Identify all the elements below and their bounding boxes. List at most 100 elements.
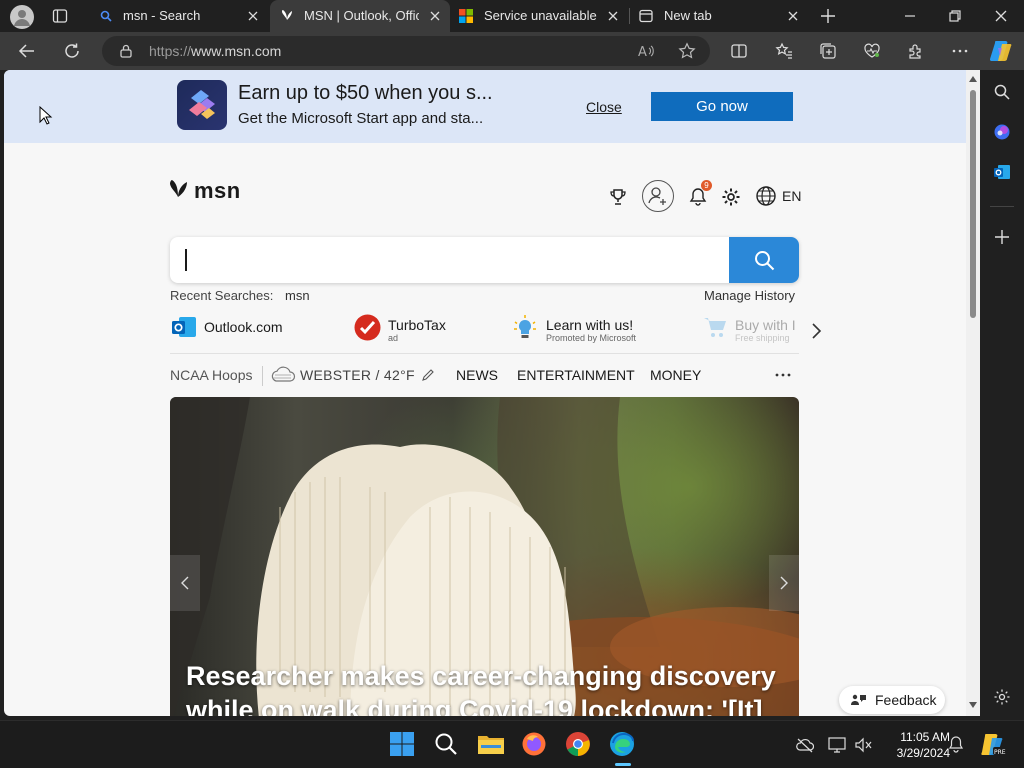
firefox-button[interactable] xyxy=(521,731,549,759)
scroll-down-arrow-icon[interactable] xyxy=(969,702,977,708)
quick-link-buy[interactable]: Buy with I Free shipping xyxy=(702,314,799,350)
weather-widget[interactable]: WEBSTER / 42°F xyxy=(269,366,435,384)
tab-msn-search[interactable]: msn - Search xyxy=(88,0,268,32)
copilot-button[interactable] xyxy=(988,38,1014,64)
quick-link-outlook[interactable]: Outlook.com xyxy=(171,314,283,350)
scrollbar-thumb[interactable] xyxy=(970,90,976,318)
quick-link-turbotax[interactable]: TurboTax ad xyxy=(354,314,446,350)
close-window-button[interactable] xyxy=(993,8,1009,24)
go-now-button[interactable]: Go now xyxy=(651,92,793,121)
plus-icon xyxy=(821,9,835,23)
copilot-preview-button[interactable]: PRE xyxy=(980,732,1006,758)
split-screen-icon xyxy=(731,44,747,58)
new-tab-button[interactable] xyxy=(820,8,836,24)
shopping-cart-icon xyxy=(704,318,726,337)
tray-display-icon[interactable] xyxy=(828,737,846,753)
quick-links-next-button[interactable] xyxy=(810,322,822,340)
chrome-button[interactable] xyxy=(565,731,593,759)
cloud-icon xyxy=(271,366,296,382)
close-icon[interactable] xyxy=(246,9,260,23)
page-settings-button[interactable] xyxy=(721,187,741,207)
chevron-right-icon xyxy=(780,576,788,590)
refresh-button[interactable] xyxy=(63,42,81,60)
close-icon[interactable] xyxy=(786,9,800,23)
sidebar-settings-button[interactable] xyxy=(993,688,1011,706)
page-scrollbar[interactable] xyxy=(966,70,980,716)
active-app-indicator xyxy=(615,763,631,766)
ellipsis-icon xyxy=(952,49,968,53)
plus-icon xyxy=(995,230,1009,244)
split-screen-button[interactable] xyxy=(730,42,748,60)
close-icon xyxy=(995,10,1007,22)
ellipsis-icon xyxy=(775,373,791,377)
notification-center-button[interactable] xyxy=(948,735,964,753)
tab-title: Service unavailable xyxy=(484,8,597,23)
sidebar-outlook-button[interactable] xyxy=(993,163,1011,181)
manage-history-link[interactable]: Manage History xyxy=(704,288,795,303)
hero-story-card[interactable]: Researcher makes career-changing discove… xyxy=(170,397,799,716)
browser-toolbar: https://www.msn.com A xyxy=(0,32,1024,70)
edge-button[interactable] xyxy=(609,731,637,766)
restore-button[interactable] xyxy=(947,8,963,24)
back-button[interactable] xyxy=(18,42,36,60)
nav-more-button[interactable] xyxy=(774,372,792,378)
close-icon[interactable] xyxy=(428,9,442,23)
read-aloud-icon[interactable]: A xyxy=(638,43,656,59)
sign-in-button[interactable] xyxy=(642,180,674,212)
browser-essentials-button[interactable] xyxy=(863,42,881,60)
sidebar-add-button[interactable] xyxy=(993,228,1011,246)
nav-news[interactable]: NEWS xyxy=(456,367,498,383)
favorites-button[interactable] xyxy=(775,42,793,60)
search-box[interactable] xyxy=(170,237,799,283)
tab-new-tab[interactable]: New tab xyxy=(630,0,808,32)
bell-icon xyxy=(948,736,964,753)
lock-icon[interactable] xyxy=(120,44,132,58)
nav-topic-ncaa[interactable]: NCAA Hoops xyxy=(170,367,252,383)
sidebar-copilot-button[interactable] xyxy=(993,123,1011,141)
extensions-button[interactable] xyxy=(907,42,925,60)
tab-actions-icon[interactable] xyxy=(52,8,68,24)
feedback-button[interactable]: Feedback xyxy=(839,686,945,714)
banner-headline: Earn up to $50 when you s... xyxy=(238,82,493,104)
weather-text: WEBSTER / 42°F xyxy=(300,367,415,383)
settings-more-button[interactable] xyxy=(951,42,969,60)
carousel-prev-button[interactable] xyxy=(170,555,200,611)
nav-money[interactable]: MONEY xyxy=(650,367,701,383)
hero-headline-line-2: while on walk during Covid-19 lockdown: … xyxy=(186,695,763,716)
scroll-up-arrow-icon[interactable] xyxy=(969,76,977,82)
pencil-edit-icon[interactable] xyxy=(421,368,435,382)
search-button[interactable] xyxy=(729,237,799,283)
minimize-icon xyxy=(905,15,915,17)
feedback-label: Feedback xyxy=(875,692,937,708)
taskbar-clock[interactable]: 11:05 AM 3/29/2024 xyxy=(880,729,950,761)
tray-network-icon[interactable] xyxy=(796,737,814,753)
nav-entertainment[interactable]: ENTERTAINMENT xyxy=(517,367,635,383)
address-bar[interactable]: https://www.msn.com A xyxy=(102,36,710,66)
search-icon xyxy=(435,733,457,755)
collections-button[interactable] xyxy=(819,42,837,60)
nav-divider xyxy=(262,366,263,386)
tab-service-unavailable[interactable]: Service unavailable xyxy=(450,0,628,32)
taskbar-search-button[interactable] xyxy=(433,731,461,759)
trophy-icon xyxy=(610,189,626,205)
tab-title: MSN | Outlook, Office xyxy=(304,8,419,23)
rewards-button[interactable] xyxy=(608,187,628,207)
start-button[interactable] xyxy=(389,731,417,759)
profile-avatar[interactable] xyxy=(10,5,34,29)
hero-headline[interactable]: Researcher makes career-changing discove… xyxy=(186,659,776,716)
file-explorer-button[interactable] xyxy=(477,731,505,759)
carousel-next-button[interactable] xyxy=(769,555,799,611)
favorite-star-icon[interactable] xyxy=(678,42,696,60)
tray-volume-icon[interactable] xyxy=(855,737,873,753)
close-icon[interactable] xyxy=(606,9,620,23)
notifications-button[interactable]: 9 xyxy=(689,180,712,209)
tab-title: New tab xyxy=(664,8,712,23)
language-selector[interactable]: EN xyxy=(755,185,801,207)
minimize-button[interactable] xyxy=(902,8,918,24)
sidebar-search-button[interactable] xyxy=(993,83,1011,101)
msn-logo[interactable]: msn xyxy=(168,178,241,204)
recent-search-item[interactable]: msn xyxy=(285,288,310,303)
banner-close-link[interactable]: Close xyxy=(586,99,622,115)
tab-msn-outlook[interactable]: MSN | Outlook, Office xyxy=(270,0,450,32)
quick-link-learn[interactable]: Learn with us! Promoted by Microsoft xyxy=(512,314,636,350)
